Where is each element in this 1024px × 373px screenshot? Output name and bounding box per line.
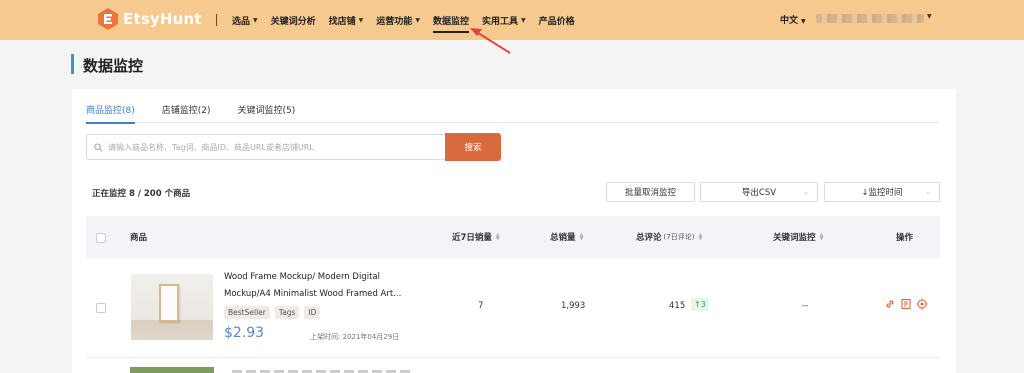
nav-item-label: 找店铺 xyxy=(328,16,356,27)
nav-item-label: 选品 xyxy=(232,16,251,27)
tab-shop-monitor[interactable]: 店铺监控(2) xyxy=(162,103,211,123)
search-button[interactable]: 搜索 xyxy=(445,133,501,161)
nav-item-5[interactable]: 实用工具 ▼ xyxy=(482,14,526,27)
col-reviews-label: 总评论 xyxy=(636,233,662,243)
col-total-sales[interactable]: 总销量 ▲ ▼ xyxy=(550,231,584,244)
export-csv-label: 导出CSV xyxy=(741,188,777,198)
nav-item-2[interactable]: 找店铺 ▼ xyxy=(329,14,364,27)
col-sales-7d[interactable]: 近7日销量 ▲ ▼ xyxy=(452,231,500,244)
monitor-card: 商品监控(8) 店铺监控(2) 关键词监控(5) 搜索 正在监控 8 / 200… xyxy=(72,89,956,373)
monitor-count-status: 正在监控 8 / 200 个商品 xyxy=(92,189,191,199)
reviews-7d-badge: ↑3 xyxy=(691,298,709,311)
chevron-down-icon: ▼ xyxy=(253,16,258,24)
listed-date: 上架时间: 2021年04月29日 xyxy=(310,333,400,341)
nav-item-0[interactable]: 选品 ▼ xyxy=(232,14,258,27)
nav-item-label: 产品价格 xyxy=(538,16,575,27)
chevron-down-icon: ▼ xyxy=(520,16,526,24)
bulk-cancel-monitor-button[interactable]: 批量取消监控 xyxy=(606,182,695,202)
user-account-blurred[interactable] xyxy=(816,14,924,23)
logo[interactable]: EtsyHunt xyxy=(96,6,202,32)
sort-by-monitor-time-dropdown[interactable]: ↓监控时间 ⌄ xyxy=(824,182,940,202)
search-input[interactable] xyxy=(108,142,438,152)
col-reviews-note: (7日评论) xyxy=(663,233,695,241)
chevron-down-icon[interactable]: ▼ xyxy=(927,13,932,20)
product-price: $2.93 xyxy=(224,325,265,341)
nav-item-label: 实用工具 xyxy=(481,16,518,27)
product-tags: BestSeller Tags ID xyxy=(224,306,325,319)
page-title: 数据监控 xyxy=(83,57,144,75)
row-actions xyxy=(884,298,932,310)
tag-id[interactable]: ID xyxy=(304,306,321,319)
product-title-line1: Wood Frame Mockup/ Modern Digital xyxy=(224,272,380,282)
search-icon xyxy=(94,142,103,151)
nav-divider xyxy=(216,14,217,26)
col-product-label: 商品 xyxy=(130,233,148,243)
col-keyword-monitor[interactable]: 关键词监控 ▲ ▼ xyxy=(773,231,824,244)
link-icon[interactable] xyxy=(884,298,896,310)
col-product: 商品 xyxy=(130,231,147,243)
chevron-down-icon: ▼ xyxy=(801,18,806,25)
next-row-thumbnail xyxy=(130,367,214,373)
sort-icon[interactable]: ▲ ▼ xyxy=(820,233,824,242)
search-box xyxy=(86,134,445,160)
top-nav-bar: EtsyHunt 选品 ▼ 关键词分析 找店铺 ▼ 运营功能 ▼ 数据监控 实用工具 ▼ 产品价格 … xyxy=(0,0,1024,40)
col-actions-label: 操作 xyxy=(896,233,914,243)
tab-keyword-monitor[interactable]: 关键词监控(5) xyxy=(238,103,296,123)
report-icon[interactable] xyxy=(900,298,912,310)
sort-icon[interactable]: ▲ ▼ xyxy=(496,233,500,242)
nav-item-6[interactable]: 产品价格 xyxy=(539,14,575,27)
sales-7d-value: 7 xyxy=(478,301,484,311)
select-all-checkbox[interactable] xyxy=(96,233,106,243)
keyword-monitor-value: -- xyxy=(802,301,809,311)
language-label: 中文 xyxy=(780,16,799,26)
nav-item-label: 数据监控 xyxy=(432,16,469,27)
col-sales-7d-label: 近7日销量 xyxy=(452,233,492,243)
nav-item-label: 运营功能 xyxy=(376,16,413,27)
main-nav: 选品 ▼ 关键词分析 找店铺 ▼ 运营功能 ▼ 数据监控 实用工具 ▼ 产品价格 xyxy=(232,12,588,33)
page-title-accent xyxy=(71,54,74,74)
nav-item-1[interactable]: 关键词分析 xyxy=(271,14,316,27)
product-title-line2: Mockup/A4 Minimalist Wood Framed Art... xyxy=(224,289,402,299)
chevron-down-icon: ⌄ xyxy=(803,188,809,196)
etsyhunt-logo-icon xyxy=(98,8,118,30)
nav-item-3[interactable]: 运营功能 ▼ xyxy=(376,14,420,27)
chevron-down-icon: ⌄ xyxy=(925,188,931,196)
tag-bestseller: BestSeller xyxy=(224,306,270,319)
export-csv-dropdown[interactable]: 导出CSV ⌄ xyxy=(700,182,818,202)
chevron-down-icon: ▼ xyxy=(415,16,420,24)
chevron-down-icon: ▼ xyxy=(358,16,364,24)
product-thumbnail[interactable] xyxy=(131,274,213,340)
nav-item-4[interactable]: 数据监控 xyxy=(432,14,469,33)
product-title[interactable]: Wood Frame Mockup/ Modern Digital Mockup… xyxy=(224,269,424,303)
sort-label: ↓监控时间 xyxy=(861,188,903,198)
tag-tags[interactable]: Tags xyxy=(274,306,300,319)
frame-image xyxy=(159,284,179,322)
sort-icon[interactable]: ▲ ▼ xyxy=(580,233,584,242)
logo-text: EtsyHunt xyxy=(123,10,202,28)
col-keyword-monitor-label: 关键词监控 xyxy=(773,233,816,243)
table-header: 商品 近7日销量 ▲ ▼ 总销量 ▲ ▼ 总评论 (7日评论) ▲ ▼ 关键词监控 ▲… xyxy=(86,216,940,258)
row-checkbox[interactable] xyxy=(96,303,106,313)
col-actions: 操作 xyxy=(896,231,913,243)
language-selector[interactable]: 中文 ▼ xyxy=(780,13,806,26)
col-total-sales-label: 总销量 xyxy=(550,233,576,243)
sort-icon[interactable]: ▲ ▼ xyxy=(698,233,702,242)
target-icon[interactable] xyxy=(916,298,928,310)
nav-item-label: 关键词分析 xyxy=(270,16,316,27)
table-row: Wood Frame Mockup/ Modern Digital Mockup… xyxy=(86,258,940,358)
monitor-tabs: 商品监控(8) 店铺监控(2) 关键词监控(5) xyxy=(86,103,938,124)
total-reviews-value: 415 xyxy=(669,301,686,311)
tab-product-monitor[interactable]: 商品监控(8) xyxy=(86,103,135,124)
col-reviews[interactable]: 总评论 (7日评论) ▲ ▼ xyxy=(636,231,702,244)
total-sales-value: 1,993 xyxy=(561,301,586,311)
